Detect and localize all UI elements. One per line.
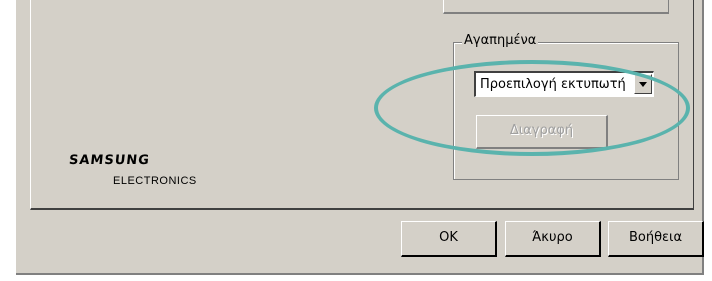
favorites-label: Αγαπημένα (462, 33, 539, 49)
properties-panel: Αγαπημένα Προεπιλογή εκτυπωτή Διαγραφή S… (30, 0, 694, 210)
printer-properties-dialog: Αγαπημένα Προεπιλογή εκτυπωτή Διαγραφή S… (16, 0, 704, 275)
help-button[interactable]: Βοήθεια (608, 221, 704, 257)
cancel-button[interactable]: Άκυρο (505, 221, 601, 257)
samsung-logo: SAMSUNG ELECTRONICS (68, 145, 229, 195)
ok-button[interactable]: OK (401, 221, 497, 257)
favorites-select[interactable]: Προεπιλογή εκτυπωτή (474, 71, 654, 97)
top-panel-edge (443, 0, 669, 14)
favorites-select-value: Προεπιλογή εκτυπωτή (480, 77, 626, 92)
favorites-groupbox: Αγαπημένα Προεπιλογή εκτυπωτή Διαγραφή (453, 33, 679, 180)
logo-brand: SAMSUNG (68, 153, 151, 168)
chevron-down-icon[interactable] (634, 74, 652, 94)
logo-subtitle: ELECTRONICS (113, 175, 197, 187)
delete-button[interactable]: Διαγραφή (476, 115, 608, 149)
